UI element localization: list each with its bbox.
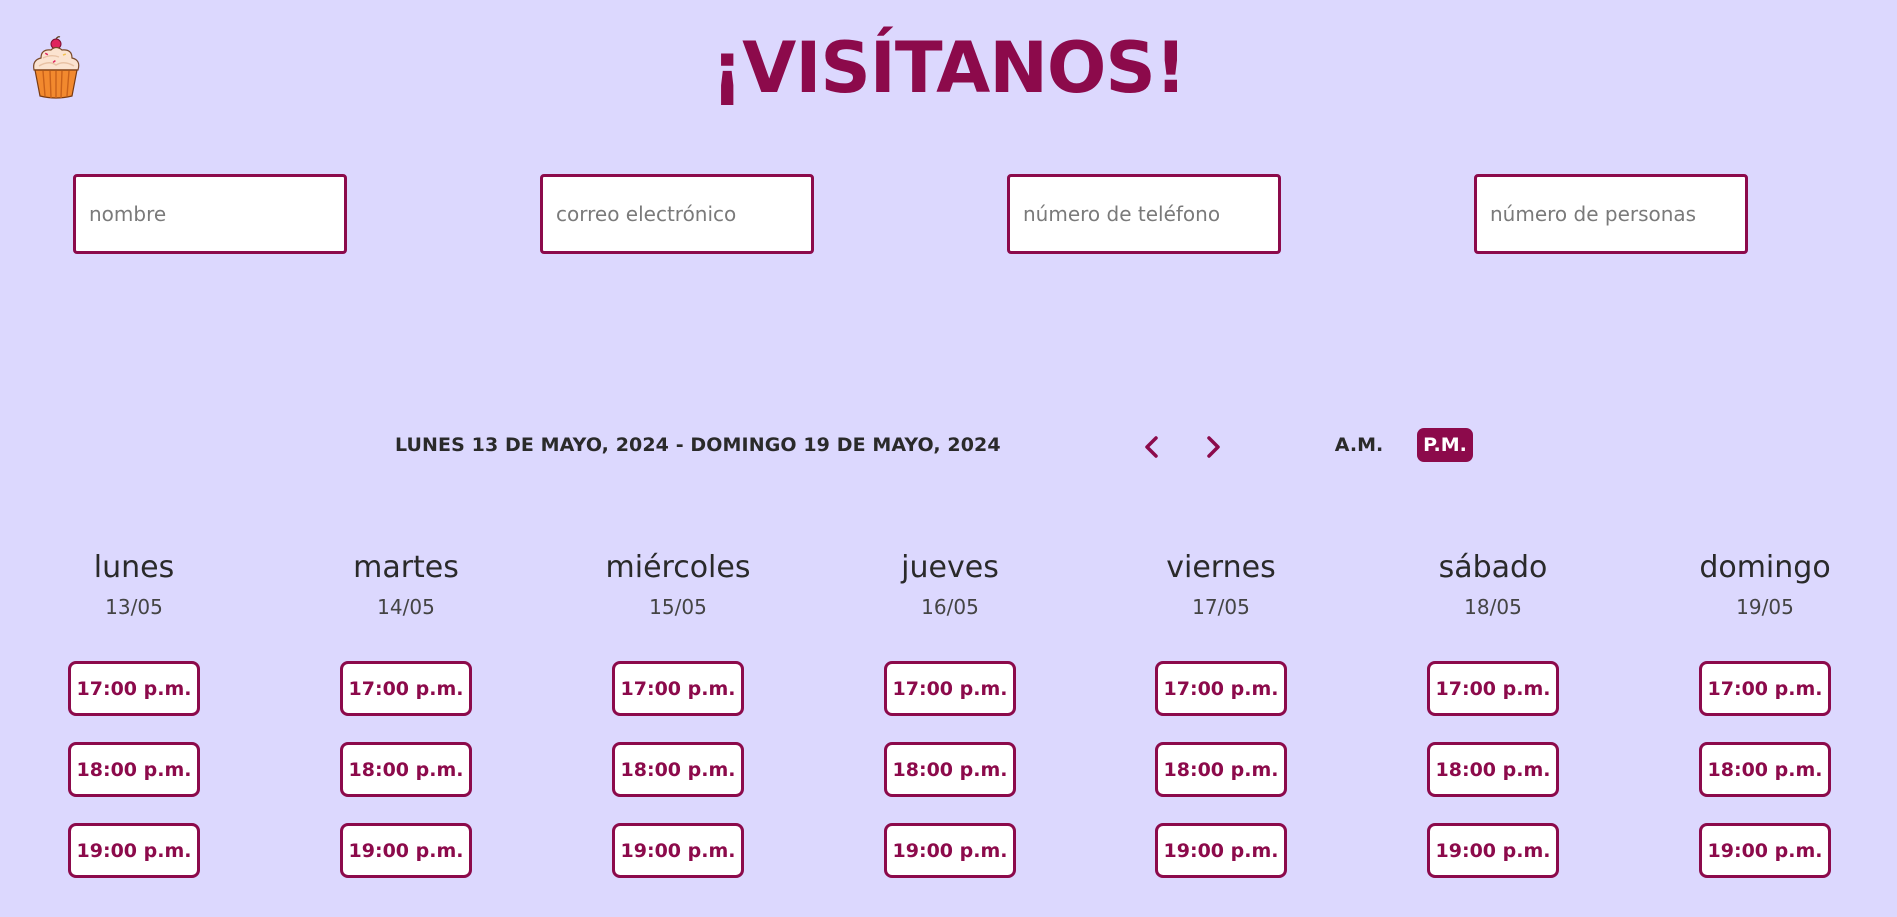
time-slot-button[interactable]: 18:00 p.m.: [1155, 742, 1287, 797]
chevron-left-icon: [1145, 436, 1158, 458]
day-date: 14/05: [377, 595, 435, 619]
day-column-domingo: domingo 19/05 17:00 p.m. 18:00 p.m. 19:0…: [1665, 548, 1865, 904]
time-slot-button[interactable]: 18:00 p.m.: [68, 742, 200, 797]
day-column-jueves: jueves 16/05 17:00 p.m. 18:00 p.m. 19:00…: [850, 548, 1050, 904]
day-date: 16/05: [921, 595, 979, 619]
time-slot-button[interactable]: 17:00 p.m.: [1155, 661, 1287, 716]
time-slot-button[interactable]: 17:00 p.m.: [1427, 661, 1559, 716]
time-slot-button[interactable]: 17:00 p.m.: [340, 661, 472, 716]
people-count-input[interactable]: [1474, 174, 1748, 254]
week-range-label: LUNES 13 DE MAYO, 2024 - DOMINGO 19 DE M…: [395, 434, 1001, 456]
time-slot-button[interactable]: 18:00 p.m.: [612, 742, 744, 797]
day-name: martes: [353, 550, 459, 585]
day-name: miércoles: [605, 550, 751, 585]
time-slot-button[interactable]: 17:00 p.m.: [1699, 661, 1831, 716]
time-slot-button[interactable]: 19:00 p.m.: [612, 823, 744, 878]
email-input[interactable]: [540, 174, 814, 254]
day-column-lunes: lunes 13/05 17:00 p.m. 18:00 p.m. 19:00 …: [34, 548, 234, 904]
time-slot-button[interactable]: 19:00 p.m.: [884, 823, 1016, 878]
contact-form: [0, 174, 1897, 254]
time-slot-button[interactable]: 17:00 p.m.: [884, 661, 1016, 716]
day-date: 15/05: [649, 595, 707, 619]
day-column-martes: martes 14/05 17:00 p.m. 18:00 p.m. 19:00…: [306, 548, 506, 904]
day-date: 19/05: [1736, 595, 1794, 619]
time-slot-button[interactable]: 17:00 p.m.: [68, 661, 200, 716]
day-date: 18/05: [1464, 595, 1522, 619]
time-slot-button[interactable]: 19:00 p.m.: [1427, 823, 1559, 878]
next-week-button[interactable]: [1195, 430, 1229, 464]
day-column-sabado: sábado 18/05 17:00 p.m. 18:00 p.m. 19:00…: [1393, 548, 1593, 904]
pm-toggle[interactable]: P.M.: [1417, 428, 1473, 462]
chevron-right-icon: [1207, 436, 1220, 458]
time-slot-button[interactable]: 18:00 p.m.: [340, 742, 472, 797]
time-slot-button[interactable]: 19:00 p.m.: [340, 823, 472, 878]
day-column-miercoles: miércoles 15/05 17:00 p.m. 18:00 p.m. 19…: [578, 548, 778, 904]
time-slot-button[interactable]: 18:00 p.m.: [1699, 742, 1831, 797]
previous-week-button[interactable]: [1136, 430, 1170, 464]
time-slot-button[interactable]: 18:00 p.m.: [1427, 742, 1559, 797]
time-slot-button[interactable]: 19:00 p.m.: [1155, 823, 1287, 878]
day-name: viernes: [1166, 550, 1276, 585]
day-name: jueves: [901, 550, 999, 585]
time-slot-button[interactable]: 17:00 p.m.: [612, 661, 744, 716]
day-column-viernes: viernes 17/05 17:00 p.m. 18:00 p.m. 19:0…: [1121, 548, 1321, 904]
day-date: 17/05: [1192, 595, 1250, 619]
day-date: 13/05: [105, 595, 163, 619]
time-slot-button[interactable]: 18:00 p.m.: [884, 742, 1016, 797]
day-name: sábado: [1438, 550, 1548, 585]
name-input[interactable]: [73, 174, 347, 254]
am-toggle[interactable]: A.M.: [1328, 428, 1390, 462]
day-name: domingo: [1699, 550, 1831, 585]
page-title: ¡VISÍTANOS!: [711, 27, 1187, 109]
phone-input[interactable]: [1007, 174, 1281, 254]
time-slot-button[interactable]: 19:00 p.m.: [68, 823, 200, 878]
time-slot-button[interactable]: 19:00 p.m.: [1699, 823, 1831, 878]
day-name: lunes: [93, 550, 175, 585]
